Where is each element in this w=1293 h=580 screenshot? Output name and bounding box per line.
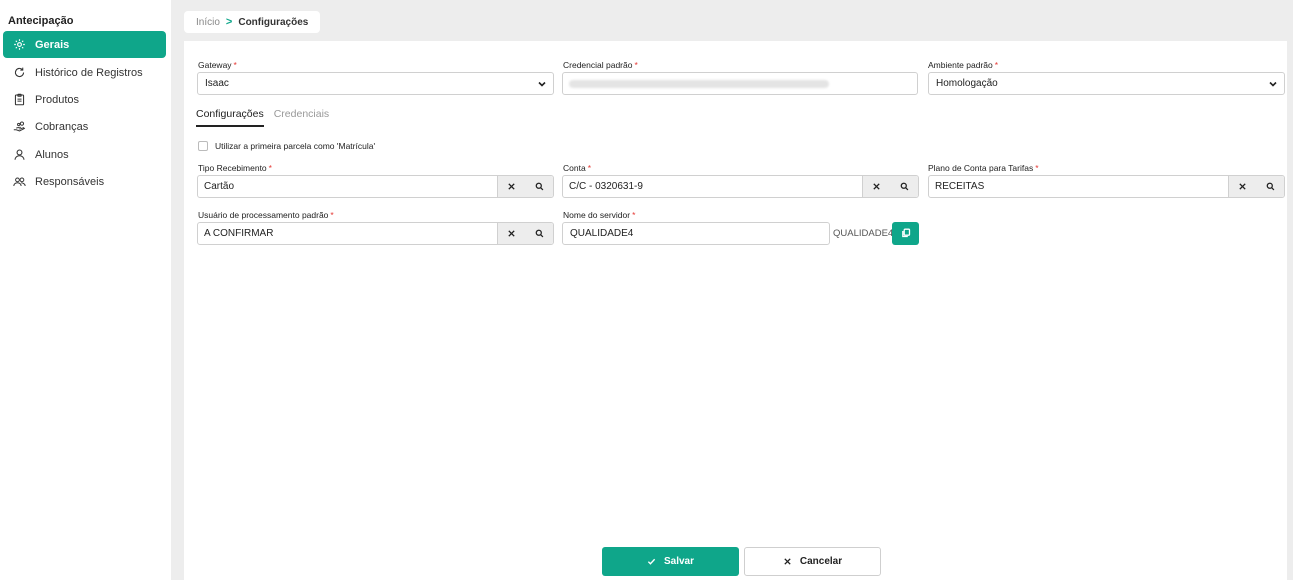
clear-icon[interactable] — [505, 180, 519, 194]
cancel-button[interactable]: Cancelar — [744, 547, 881, 576]
clipboard-icon — [12, 93, 26, 107]
conta-label: Conta * — [563, 163, 591, 173]
ambiente-value: Homologação — [936, 78, 998, 89]
matricula-checkbox[interactable] — [198, 141, 208, 151]
usuario-value: A CONFIRMAR — [204, 228, 274, 239]
plano-conta-lookup[interactable]: RECEITAS — [928, 175, 1285, 198]
breadcrumb: Início > Configurações — [184, 11, 321, 33]
cancel-button-label: Cancelar — [799, 556, 843, 567]
matricula-checkbox-row[interactable]: Utilizar a primeira parcela como 'Matríc… — [198, 141, 375, 151]
breadcrumb-home[interactable]: Início — [196, 17, 220, 28]
gutter — [171, 0, 184, 580]
users-icon — [12, 175, 26, 189]
sidebar-item-responsaveis[interactable]: Responsáveis — [3, 168, 166, 195]
clear-icon[interactable] — [505, 227, 519, 241]
copy-icon — [901, 227, 911, 241]
credencial-field[interactable] — [562, 72, 918, 95]
conta-lookup[interactable]: C/C - 0320631-9 — [562, 175, 919, 198]
copy-button[interactable] — [892, 222, 919, 245]
top-bar: Início > Configurações — [184, 0, 1287, 41]
save-button[interactable]: Salvar — [602, 547, 739, 576]
matricula-checkbox-label: Utilizar a primeira parcela como 'Matríc… — [215, 141, 376, 151]
sidebar-item-label: Gerais — [35, 38, 70, 51]
refresh-icon — [12, 66, 26, 80]
sidebar-item-label: Histórico de Registros — [35, 66, 143, 79]
search-icon[interactable] — [532, 227, 546, 241]
plano-conta-value: RECEITAS — [935, 181, 985, 192]
clear-icon[interactable] — [870, 180, 884, 194]
servidor-input[interactable]: QUALIDADE4 — [562, 222, 830, 245]
tab-bar: Configurações Credenciais — [196, 108, 339, 127]
conta-value: C/C - 0320631-9 — [569, 181, 643, 192]
search-icon[interactable] — [897, 180, 911, 194]
usuario-label: Usuário de processamento padrão * — [198, 210, 334, 220]
chevron-down-icon — [1262, 79, 1284, 89]
sidebar-item-label: Alunos — [35, 148, 69, 161]
search-icon[interactable] — [1263, 180, 1277, 194]
scrollbar-track[interactable] — [1287, 0, 1293, 580]
sidebar-item-label: Responsáveis — [35, 175, 105, 188]
close-icon — [783, 557, 792, 566]
usuario-lookup[interactable]: A CONFIRMAR — [197, 222, 554, 245]
hand-coins-icon — [12, 120, 26, 134]
redacted-value — [569, 80, 829, 88]
search-icon[interactable] — [532, 180, 546, 194]
tab-configuracoes[interactable]: Configurações — [196, 108, 264, 127]
breadcrumb-separator-icon: > — [225, 16, 233, 28]
gateway-select[interactable]: Isaac — [197, 72, 554, 95]
gear-icon — [12, 38, 26, 52]
tab-credenciais[interactable]: Credenciais — [274, 108, 329, 127]
lookup-buttons — [497, 223, 553, 244]
sidebar-item-historico[interactable]: Histórico de Registros — [3, 59, 166, 86]
user-icon — [12, 148, 26, 162]
save-button-label: Salvar — [663, 556, 695, 567]
breadcrumb-current: Configurações — [238, 16, 309, 28]
lookup-buttons — [497, 176, 553, 197]
clear-icon[interactable] — [1236, 180, 1250, 194]
plano-conta-label: Plano de Conta para Tarifas * — [928, 163, 1039, 173]
lookup-buttons — [1228, 176, 1284, 197]
servidor-label: Nome do servidor * — [563, 210, 636, 220]
sidebar-section-title: Antecipação — [8, 15, 74, 27]
ambiente-label: Ambiente padrão * — [928, 60, 999, 70]
servidor-value: QUALIDADE4 — [570, 228, 634, 239]
sidebar-item-cobrancas[interactable]: Cobranças — [3, 113, 166, 140]
sidebar-item-label: Produtos — [35, 93, 80, 106]
sidebar-item-gerais[interactable]: Gerais — [3, 31, 166, 58]
sidebar-item-label: Cobranças — [35, 120, 89, 133]
gateway-label: Gateway * — [198, 60, 237, 70]
sidebar: Antecipação Gerais Histórico de Registro… — [0, 0, 171, 580]
credencial-label: Credencial padrão * — [563, 60, 638, 70]
main-content: Gateway * Isaac Credencial padrão * Ambien… — [184, 41, 1287, 580]
servidor-suffix: QUALIDADE4 — [833, 228, 894, 239]
tipo-recebimento-label: Tipo Recebimento * — [198, 163, 272, 173]
sidebar-item-alunos[interactable]: Alunos — [3, 141, 166, 168]
ambiente-select[interactable]: Homologação — [928, 72, 1285, 95]
chevron-down-icon — [531, 79, 553, 89]
tipo-recebimento-lookup[interactable]: Cartão — [197, 175, 554, 198]
gateway-value: Isaac — [205, 78, 229, 89]
check-icon — [647, 557, 656, 566]
tipo-recebimento-value: Cartão — [204, 181, 235, 192]
lookup-buttons — [862, 176, 918, 197]
sidebar-item-produtos[interactable]: Produtos — [3, 86, 166, 113]
